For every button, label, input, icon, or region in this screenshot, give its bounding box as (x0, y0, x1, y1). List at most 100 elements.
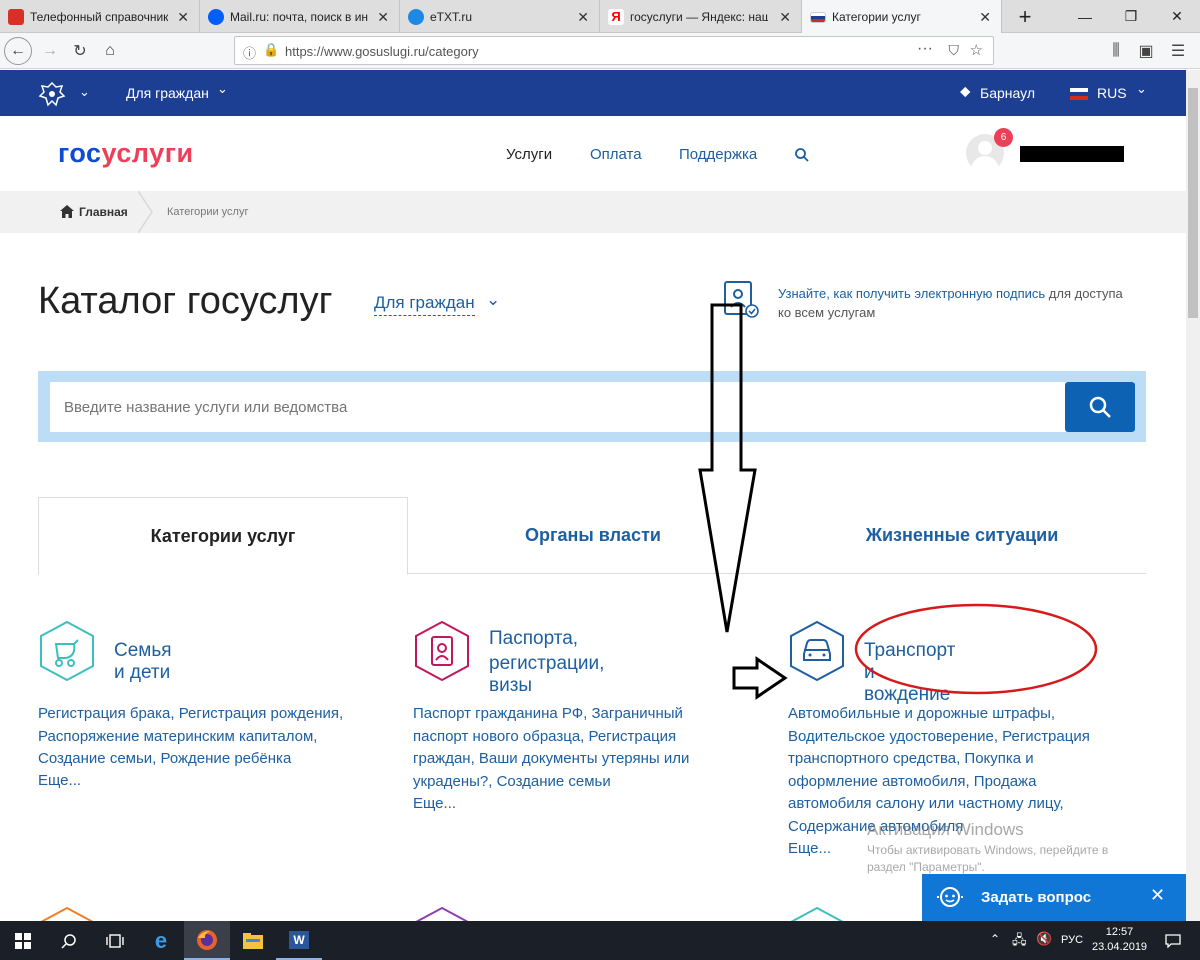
new-tab-icon[interactable]: + (1002, 0, 1048, 33)
category-links[interactable]: Автомобильные и дорожные штрафы, Водител… (788, 703, 1106, 838)
nav-payment[interactable]: Оплата (590, 146, 642, 163)
pocket-icon[interactable]: ⛉ (949, 42, 960, 59)
browser-tab[interactable]: eTXT.ru ✕ (400, 0, 600, 33)
home-icon[interactable]: ⌂ (96, 37, 124, 65)
notifications-icon[interactable] (1150, 921, 1196, 960)
category-more-link[interactable]: Еще... (788, 838, 1108, 861)
site-header: госуслуги Услуги Оплата Поддержка 6 (0, 116, 1186, 192)
category-more-link[interactable]: Еще... (413, 793, 733, 816)
tab-favicon-icon (8, 8, 24, 25)
chevron-down-icon[interactable]: ⌄ (79, 84, 90, 100)
language-selector[interactable]: RUS (1097, 85, 1127, 101)
tab-favicon-icon (208, 8, 224, 25)
ask-question-widget[interactable]: Задать вопрос ✕ (922, 874, 1186, 921)
page-actions-icon[interactable]: ··· (917, 40, 933, 58)
electronic-signature-icon (724, 281, 759, 318)
category-title-line2[interactable]: регистрации, визы (489, 653, 604, 697)
chevron-down-icon[interactable]: ⌄ (217, 81, 228, 97)
close-tab-icon[interactable]: ✕ (577, 9, 589, 26)
browser-tab-bar: Телефонный справочник ✕ Mail.ru: почта, … (0, 0, 1200, 34)
browser-tab[interactable]: Mail.ru: почта, поиск в интер ✕ (200, 0, 400, 33)
tab-favicon-icon (408, 8, 424, 25)
audience-selector[interactable]: Для граждан (126, 85, 209, 101)
breadcrumb-current: Категории услуг (167, 206, 249, 218)
page-scrollbar[interactable] (1186, 70, 1200, 921)
close-tab-icon[interactable]: ✕ (979, 9, 991, 26)
yandex-icon: Я (608, 8, 624, 25)
location-pin-icon: ⬥ (960, 83, 971, 100)
info-icon[interactable]: ⓘ (243, 43, 256, 62)
esign-text: для доступа (1048, 286, 1123, 301)
browser-tab-active[interactable]: Категории услуг ✕ (802, 0, 1002, 34)
restore-icon[interactable]: ❐ (1108, 0, 1154, 33)
redacted-username[interactable] (1020, 146, 1124, 162)
stroller-icon[interactable] (38, 620, 96, 682)
category-title[interactable]: Транспорт и вождение (864, 640, 955, 706)
library-icon[interactable]: ⫼ (1102, 37, 1130, 65)
passport-icon[interactable] (413, 620, 471, 682)
reload-icon[interactable]: ↻ (66, 37, 94, 65)
logo-part-uslugi: услуги (101, 138, 194, 168)
firefox-icon[interactable] (184, 921, 230, 960)
catalog-tabs: Категории услуг Органы власти Жизненные … (38, 497, 1146, 575)
tab-categories[interactable]: Категории услуг (38, 497, 408, 575)
bookmark-star-icon[interactable]: ☆ (970, 41, 983, 59)
breadcrumb-home[interactable]: Главная (79, 205, 128, 219)
sidebar-icon[interactable]: ▣ (1132, 37, 1160, 65)
close-window-icon[interactable]: ✕ (1154, 0, 1200, 33)
catalog-audience-selector[interactable]: Для граждан (374, 293, 475, 316)
category-icon-partial (40, 906, 94, 922)
esign-link[interactable]: Узнайте, как получить электронную подпис… (778, 286, 1045, 301)
back-icon[interactable]: ← (4, 37, 32, 65)
browser-tab[interactable]: Телефонный справочник ✕ (0, 0, 200, 33)
word-icon[interactable]: W (276, 921, 322, 960)
menu-icon[interactable]: ☰ (1164, 37, 1192, 65)
search-icon[interactable] (794, 147, 810, 163)
file-explorer-icon[interactable] (230, 921, 276, 960)
close-tab-icon[interactable]: ✕ (377, 9, 389, 26)
category-title[interactable]: Семья и дети (114, 640, 172, 684)
search-button[interactable] (1065, 382, 1135, 432)
chevron-down-icon[interactable]: ⌄ (486, 290, 500, 310)
input-language[interactable]: РУС (1061, 934, 1083, 946)
minimize-icon[interactable]: — (1062, 0, 1108, 33)
chevron-down-icon[interactable]: ⌄ (1136, 81, 1147, 97)
url-text: https://www.gosuslugi.ru/category (285, 44, 479, 59)
close-tab-icon[interactable]: ✕ (177, 9, 189, 26)
nav-services[interactable]: Услуги (506, 146, 552, 163)
category-more-link[interactable]: Еще... (38, 770, 358, 793)
network-icon[interactable]: 🖧 (1012, 931, 1027, 953)
category-icon-partial (415, 906, 469, 922)
russia-flag-icon (1070, 88, 1088, 100)
scrollbar-thumb[interactable] (1188, 88, 1198, 318)
ask-question-label[interactable]: Задать вопрос (981, 889, 1091, 906)
city-selector[interactable]: Барнаул (980, 85, 1035, 101)
url-bar[interactable]: ⓘ 🔒 https://www.gosuslugi.ru/category ··… (234, 36, 994, 65)
edge-icon[interactable]: e (138, 921, 184, 960)
search-input[interactable] (50, 382, 1134, 432)
page-title: Каталог госуслуг (38, 280, 333, 322)
clock[interactable]: 12:57 23.04.2019 (1092, 925, 1147, 955)
task-view-icon[interactable] (92, 921, 138, 960)
browser-tab[interactable]: Я госуслуги — Яндекс: нашлос ✕ (600, 0, 802, 33)
tab-title: Телефонный справочник (30, 9, 168, 24)
close-icon[interactable]: ✕ (1150, 885, 1165, 906)
tray-chevron-icon[interactable]: ⌃ (990, 932, 1000, 946)
home-icon (60, 205, 74, 218)
tab-authorities[interactable]: Органы власти (408, 497, 778, 574)
nav-support[interactable]: Поддержка (679, 146, 757, 163)
volume-muted-icon[interactable]: 🔇 (1036, 931, 1052, 947)
gosuslugi-logo[interactable]: госуслуги (58, 138, 194, 169)
forward-icon[interactable]: → (36, 37, 64, 65)
category-links[interactable]: Паспорт гражданина РФ, Заграничный паспо… (413, 703, 713, 793)
taskbar-search-icon[interactable] (46, 921, 92, 960)
notification-badge[interactable]: 6 (994, 128, 1013, 147)
tab-life-situations[interactable]: Жизненные ситуации (778, 497, 1146, 574)
close-tab-icon[interactable]: ✕ (779, 9, 791, 26)
category-links[interactable]: Регистрация брака, Регистрация рождения,… (38, 703, 358, 771)
coat-of-arms-icon[interactable] (38, 80, 66, 108)
windows-start-icon[interactable] (0, 921, 46, 960)
category-title[interactable]: Паспорта, (489, 628, 578, 650)
car-icon[interactable] (788, 620, 846, 682)
lock-icon: 🔒 (263, 42, 280, 57)
